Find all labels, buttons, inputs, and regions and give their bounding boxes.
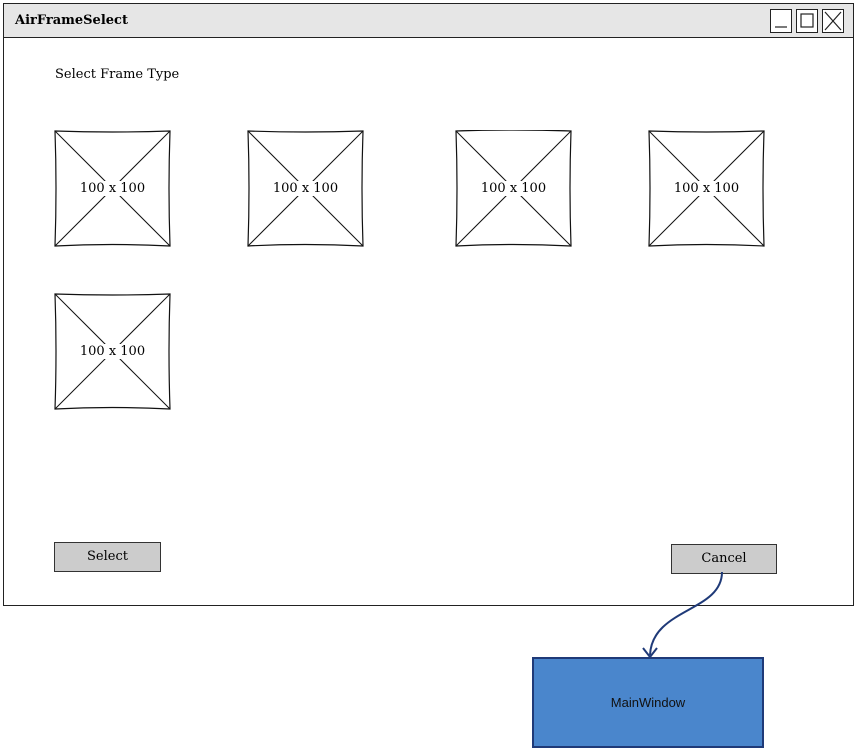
navigation-connector <box>642 571 723 659</box>
mainwindow-node: MainWindow <box>532 657 764 748</box>
connector-line <box>649 571 723 656</box>
